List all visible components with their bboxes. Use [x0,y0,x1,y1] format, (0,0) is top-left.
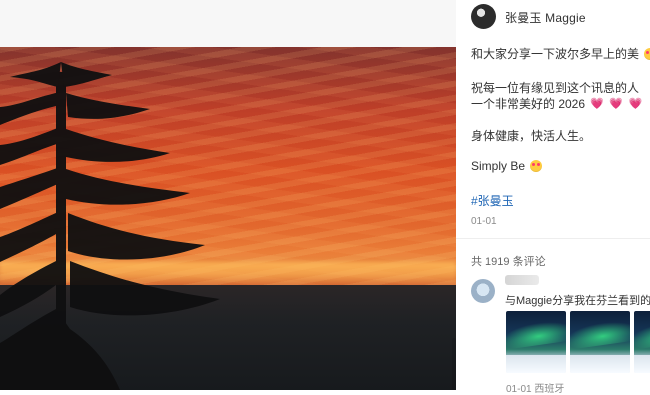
snow-foreground [570,355,630,373]
aurora-thumbnail[interactable] [634,311,650,373]
comments-count: 共 1919 条评论 [471,256,546,268]
comment-text: 与Maggie分享我在芬兰看到的极光 [505,295,650,307]
post-side-panel: 张曼玉 Maggie 和大家分享一下波尔多早上的美 祝每一位有缘见到这个讯息的人… [456,0,650,395]
comment-meta: 01-01 西班牙 [506,384,565,395]
hashtag-link[interactable]: #张曼玉 [471,192,514,209]
aurora-glow [506,317,566,351]
aurora-glow [570,317,630,351]
divider [456,238,650,239]
post-line-1: 和大家分享一下波尔多早上的美 [471,45,650,62]
aurora-thumbnail[interactable] [506,311,566,373]
post-line-4: 身体健康，快活人生。 [471,129,592,143]
post-date: 01-01 [471,216,497,227]
aurora-glow [634,317,650,351]
heart-eyes-emoji-icon [530,159,543,172]
author-name[interactable]: 张曼玉 Maggie [505,9,586,26]
post-line-5: Simply Be [471,159,543,173]
heart-eyes-emoji-icon [644,47,650,60]
author-avatar[interactable] [471,4,496,29]
sunset-photo[interactable] [0,47,456,390]
aurora-thumbnail[interactable] [570,311,630,373]
pink-heart-emoji-icon: 💗 [609,98,624,111]
post-line-3: 一个非常美好的 2026 💗 💗 💗 [471,95,642,112]
post-line-2: 祝每一位有缘见到这个讯息的人 [471,81,640,95]
comment-image-strip [506,311,650,374]
post-line-1-text: 和大家分享一下波尔多早上的美 [471,47,640,61]
post-line-3-text: 一个非常美好的 2026 [471,97,586,111]
pink-heart-emoji-icon: 💗 [590,98,605,111]
pink-heart-emoji-icon: 💗 [628,98,643,111]
post-line-5-text: Simply Be [471,159,526,173]
commenter-name-redacted [505,275,539,285]
snow-foreground [506,355,566,373]
snow-foreground [634,355,650,373]
commenter-avatar[interactable] [471,279,495,303]
media-area [0,0,456,390]
tree-silhouette [0,62,220,390]
